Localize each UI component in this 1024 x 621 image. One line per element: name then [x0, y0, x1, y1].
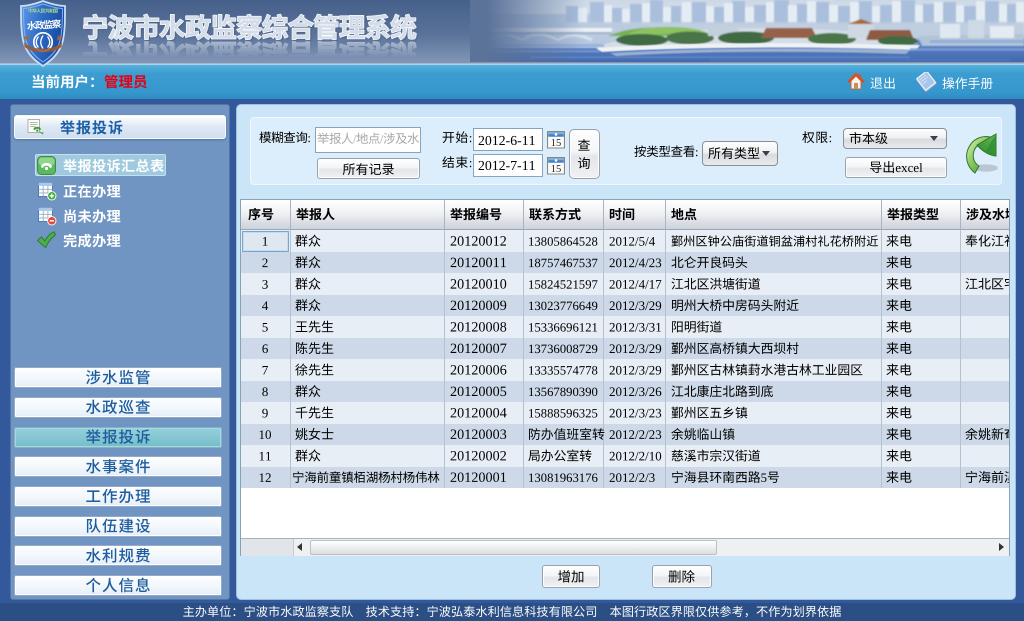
svg-text:15: 15 [551, 164, 562, 175]
svg-text:15: 15 [551, 138, 562, 149]
